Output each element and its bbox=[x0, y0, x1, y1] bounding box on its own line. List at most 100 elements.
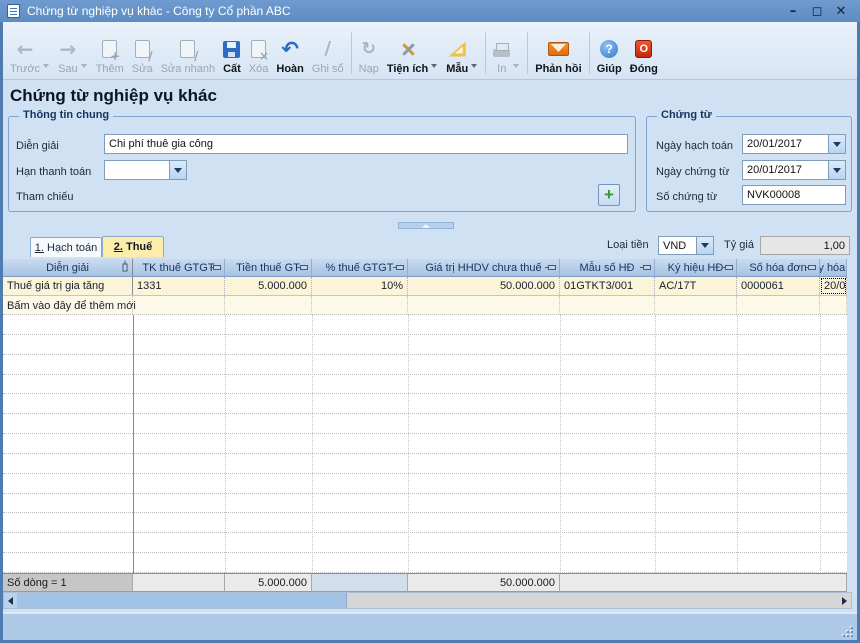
scrollbar-trough[interactable] bbox=[347, 593, 838, 608]
description-label: Diễn giải bbox=[16, 140, 59, 152]
column-header-tien-thue[interactable]: Tiền thuế GT bbox=[225, 259, 312, 276]
grid-footer-row: Số dòng = 1 5.000.000 50.000.000 bbox=[3, 573, 847, 592]
previous-dropdown-caret[interactable] bbox=[43, 64, 50, 68]
toolbar-separator bbox=[485, 32, 487, 74]
add-reference-button[interactable]: + bbox=[598, 184, 620, 206]
arrow-right-icon bbox=[842, 596, 847, 605]
document-quick-edit-icon bbox=[180, 40, 198, 63]
column-header-gia-tri[interactable]: Giá trị HHDV chưa thuế bbox=[408, 259, 560, 276]
add-row-text[interactable]: Bấm vào đây để thêm mới bbox=[7, 296, 136, 315]
tax-total: 5.000.000 bbox=[225, 574, 312, 592]
next-button[interactable]: → Sau bbox=[54, 34, 92, 77]
description-input[interactable]: Chi phí thuê gia công bbox=[104, 134, 628, 154]
cell-pct-thue[interactable]: 10% bbox=[312, 277, 408, 295]
scrollbar-thumb[interactable] bbox=[17, 593, 347, 608]
chevron-up-icon bbox=[422, 223, 430, 228]
scroll-right-button[interactable] bbox=[838, 593, 851, 608]
exchange-rate-label: Tỷ giá bbox=[724, 239, 754, 251]
add-button[interactable]: Thêm bbox=[92, 34, 128, 77]
grid-data-row[interactable]: Thuế giá trị gia tăng 1331 5.000.000 10%… bbox=[3, 277, 847, 296]
printer-icon bbox=[493, 43, 511, 57]
undo-arrow-icon: ↶ bbox=[281, 36, 299, 61]
tab-hach-toan[interactable]: 1. Hạch toán bbox=[30, 237, 102, 257]
cell-tk-thue[interactable]: 1331 bbox=[133, 277, 225, 295]
minimize-button[interactable]: – bbox=[786, 4, 800, 19]
column-header-so-hoa-don[interactable]: Số hóa đơn bbox=[737, 259, 820, 276]
arrow-left-icon bbox=[8, 596, 13, 605]
currency-label: Loại tiền bbox=[607, 239, 649, 251]
column-header-mau-so[interactable]: Mẫu số HĐ bbox=[560, 259, 655, 276]
window-title: Chứng từ nghiệp vụ khác - Công ty Cổ phầ… bbox=[27, 4, 291, 18]
general-info-legend: Thông tin chung bbox=[19, 109, 114, 121]
row-count-label: Số dòng = 1 bbox=[3, 574, 133, 592]
arrow-left-icon: ← bbox=[16, 37, 34, 61]
horizontal-scrollbar[interactable] bbox=[3, 592, 852, 609]
currency-combobox[interactable]: VND bbox=[658, 236, 714, 255]
chevron-down-icon[interactable] bbox=[696, 237, 713, 254]
edit-button[interactable]: Sửa bbox=[128, 34, 157, 77]
column-header-dien-giai[interactable]: Diễn giải bbox=[3, 259, 133, 276]
reload-icon: ↻ bbox=[361, 38, 376, 59]
document-date-picker[interactable]: 20/01/2017 bbox=[742, 160, 846, 180]
undo-button[interactable]: ↶ Hoàn bbox=[272, 34, 308, 77]
grid-header-row: Diễn giải TK thuế GTGT Tiền thuế GT % th… bbox=[3, 259, 847, 277]
scroll-left-button[interactable] bbox=[4, 593, 17, 608]
quick-edit-button[interactable]: Sửa nhanh bbox=[157, 34, 219, 77]
pin-icon[interactable] bbox=[805, 265, 816, 270]
posting-date-label: Ngày hạch toán bbox=[656, 140, 734, 152]
pin-icon[interactable] bbox=[297, 265, 308, 270]
pin-icon[interactable] bbox=[122, 263, 128, 272]
pin-icon[interactable] bbox=[640, 265, 651, 270]
page-title: Chứng từ nghiệp vụ khác bbox=[10, 86, 217, 105]
document-number-input[interactable]: NVK00008 bbox=[742, 185, 846, 205]
previous-button[interactable]: ← Trước bbox=[6, 34, 54, 77]
close-form-button[interactable]: O Đóng bbox=[626, 34, 662, 77]
cell-ngay-hoa-don[interactable]: 20/01/2017 bbox=[820, 277, 847, 295]
reload-button[interactable]: ↻ Nạp bbox=[355, 34, 383, 77]
cell-so-hoa-don[interactable]: 0000061 bbox=[737, 277, 820, 295]
delete-button[interactable]: Xóa bbox=[245, 34, 273, 77]
utilities-button[interactable]: Tiện ích bbox=[383, 34, 442, 77]
toolbar-separator bbox=[527, 32, 529, 74]
template-dropdown-caret[interactable] bbox=[471, 64, 478, 68]
posting-date-picker[interactable]: 20/01/2017 bbox=[742, 134, 846, 154]
toolbar: ← Trước → Sau Thêm Sửa Sửa nhanh Cất Xóa bbox=[0, 22, 860, 80]
utilities-dropdown-caret[interactable] bbox=[431, 64, 438, 68]
post-ledger-button[interactable]: / Ghi sổ bbox=[308, 34, 348, 77]
chevron-down-icon[interactable] bbox=[169, 161, 186, 179]
pin-icon[interactable] bbox=[722, 265, 733, 270]
cell-dien-giai[interactable]: Thuế giá trị gia tăng bbox=[3, 277, 133, 295]
print-button[interactable]: In bbox=[489, 34, 524, 77]
save-button[interactable]: Cất bbox=[219, 34, 245, 77]
exchange-rate-field: 1,00 bbox=[760, 236, 850, 255]
payment-term-combobox[interactable] bbox=[104, 160, 187, 180]
cell-gia-tri[interactable]: 50.000.000 bbox=[408, 277, 560, 295]
chevron-down-icon[interactable] bbox=[828, 135, 845, 153]
toolbar-separator bbox=[350, 32, 352, 74]
close-button[interactable]: ✕ bbox=[834, 4, 848, 19]
column-header-pct-thue[interactable]: % thuế GTGT bbox=[312, 259, 408, 276]
pin-icon[interactable] bbox=[393, 265, 404, 270]
template-button[interactable]: Mẫu bbox=[442, 34, 482, 77]
help-button[interactable]: ? Giúp bbox=[593, 34, 626, 77]
chevron-down-icon[interactable] bbox=[828, 161, 845, 179]
column-header-ky-hieu[interactable]: Ký hiệu HĐ bbox=[655, 259, 737, 276]
print-dropdown-caret[interactable] bbox=[513, 64, 520, 68]
column-header-tk-thue[interactable]: TK thuế GTGT bbox=[133, 259, 225, 276]
collapse-splitter-handle[interactable] bbox=[398, 222, 454, 229]
cell-mau-so[interactable]: 01GTKT3/001 bbox=[560, 277, 655, 295]
tab-thue[interactable]: 2. Thuế bbox=[102, 236, 164, 257]
feedback-button[interactable]: Phản hồi bbox=[531, 34, 585, 77]
pin-icon[interactable] bbox=[210, 265, 221, 270]
column-header-ngay-hoa-don[interactable]: Ngày hóa đơn bbox=[820, 259, 847, 276]
envelope-icon bbox=[547, 42, 569, 56]
maximize-button[interactable]: ◻ bbox=[810, 4, 824, 19]
grid-add-row[interactable]: Bấm vào đây để thêm mới bbox=[3, 296, 847, 315]
pin-icon[interactable] bbox=[545, 265, 556, 270]
cell-ky-hieu[interactable]: AC/17T bbox=[655, 277, 737, 295]
general-info-groupbox: Thông tin chung bbox=[8, 109, 636, 212]
next-dropdown-caret[interactable] bbox=[80, 64, 87, 68]
resize-grip[interactable] bbox=[841, 625, 854, 638]
cell-tien-thue[interactable]: 5.000.000 bbox=[225, 277, 312, 295]
help-question-icon: ? bbox=[600, 40, 619, 58]
